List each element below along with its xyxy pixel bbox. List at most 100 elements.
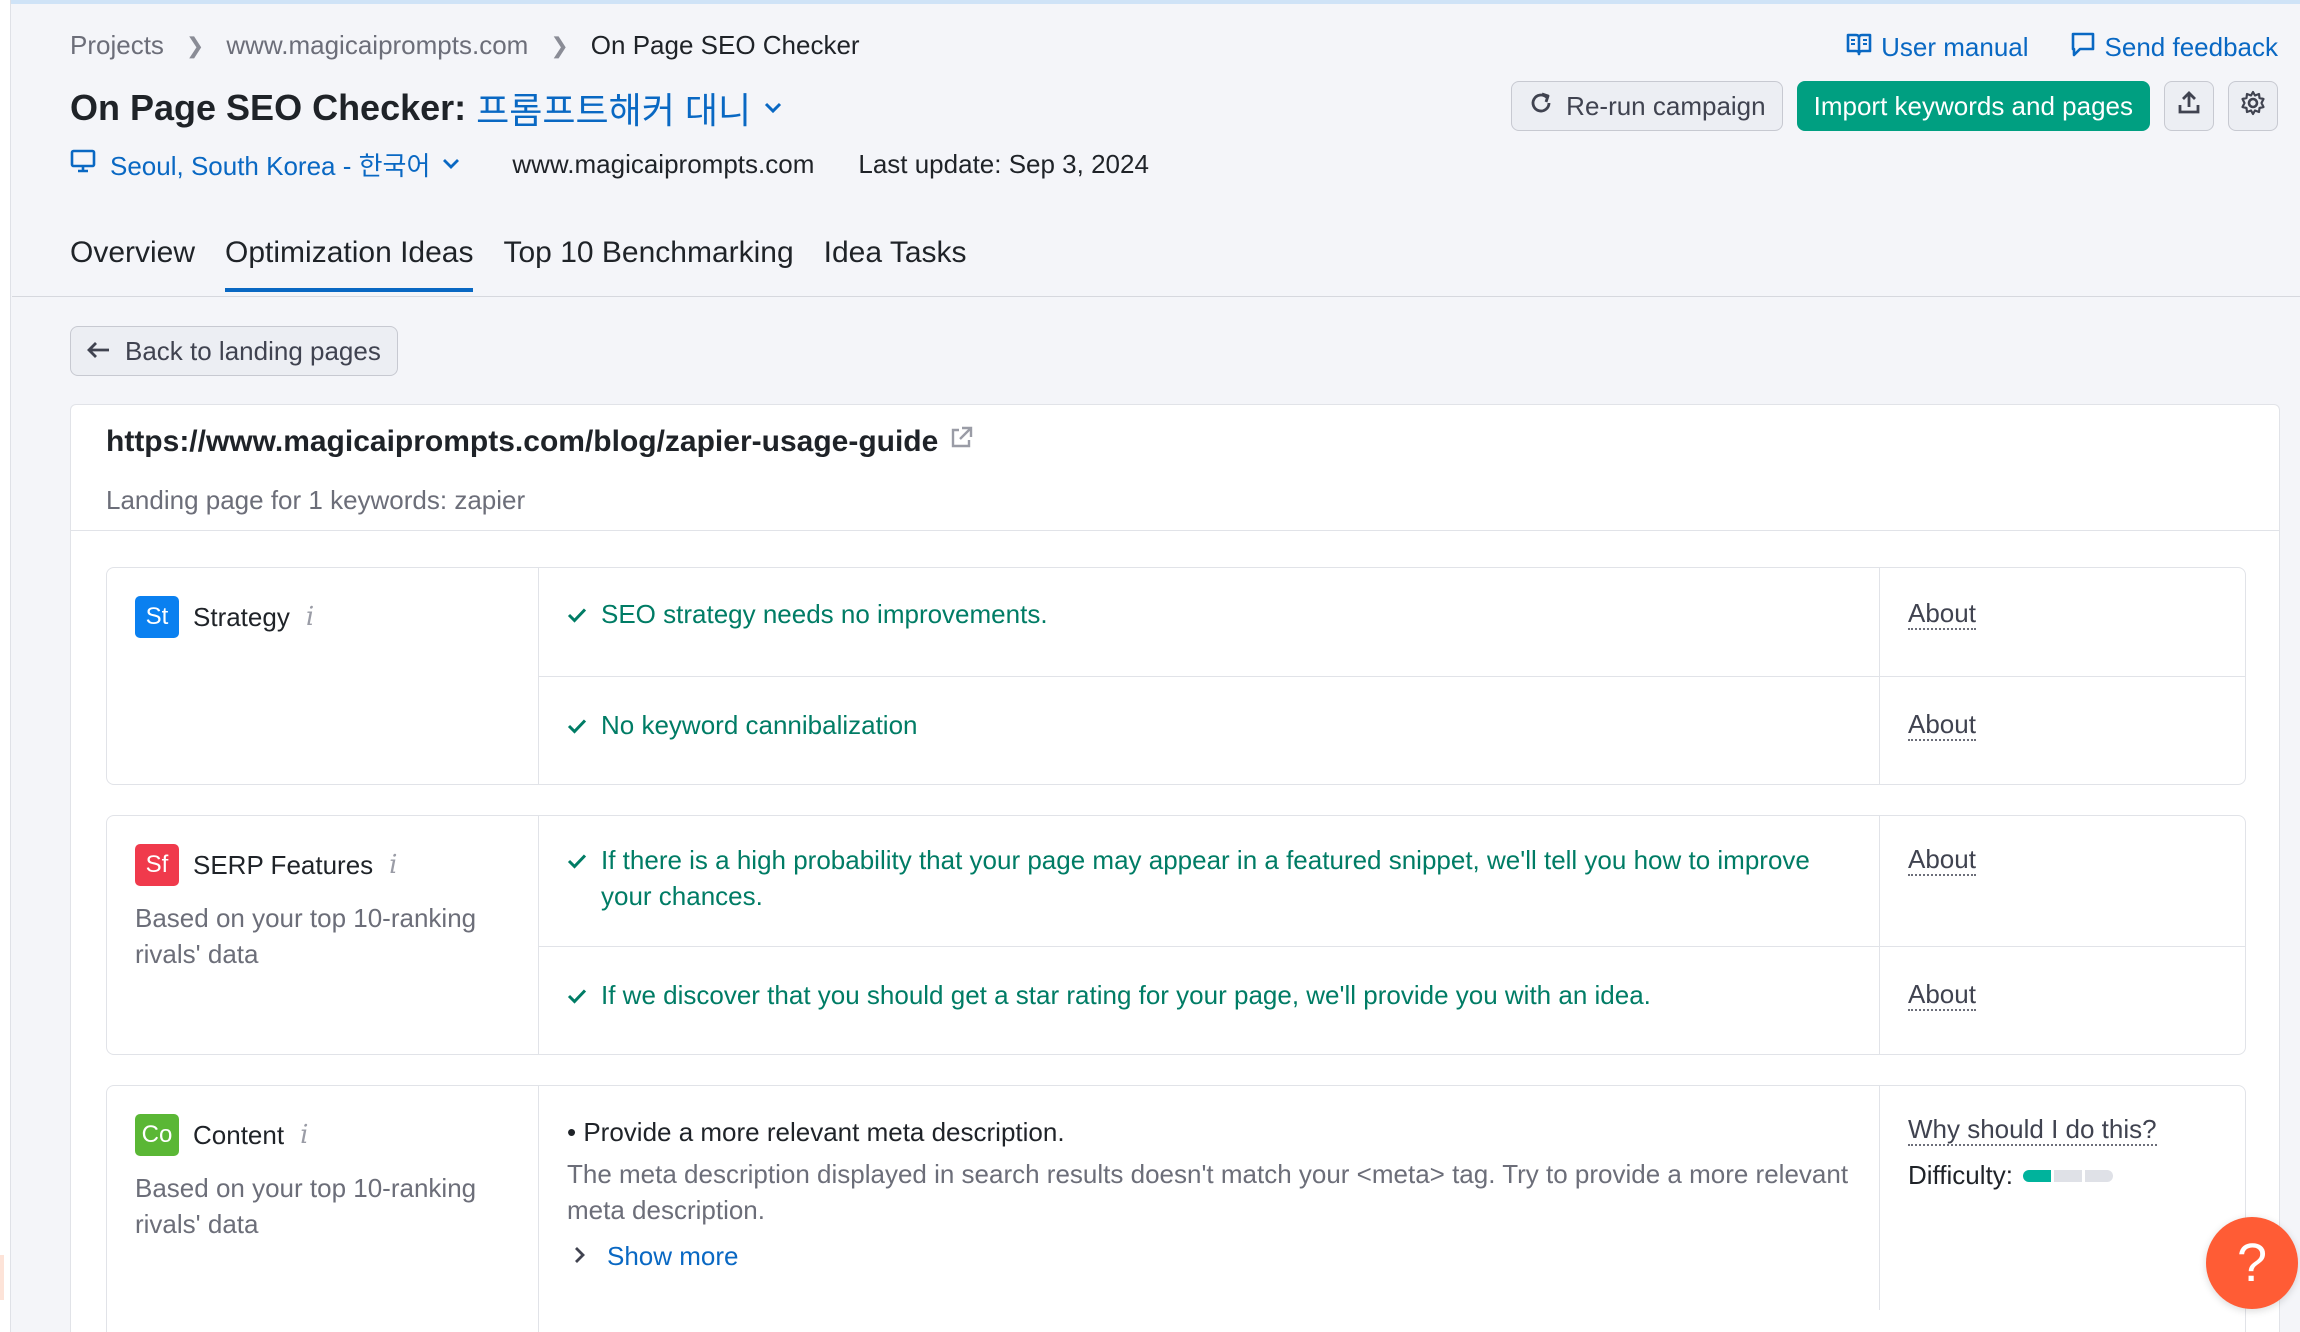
check-icon	[567, 977, 601, 1013]
breadcrumb-domain[interactable]: www.magicaiprompts.com	[226, 30, 528, 61]
show-more-label: Show more	[607, 1241, 739, 1271]
import-keywords-button[interactable]: Import keywords and pages	[1796, 81, 2150, 131]
tab-overview[interactable]: Overview	[70, 236, 195, 292]
external-link-icon[interactable]	[938, 425, 974, 459]
content-description: Based on your top 10-ranking rivals' dat…	[135, 1173, 477, 1239]
gear-icon	[2239, 89, 2267, 124]
export-button[interactable]	[2164, 81, 2214, 131]
strategy-ok-item: SEO strategy needs no improvements.	[567, 596, 1867, 632]
breadcrumb-projects[interactable]: Projects	[70, 30, 164, 61]
check-icon	[567, 596, 601, 632]
chevron-right-icon	[567, 1238, 607, 1274]
difficulty-segment	[2085, 1169, 2113, 1182]
tab-idea-tasks[interactable]: Idea Tasks	[824, 236, 967, 292]
chevron-down-icon[interactable]	[763, 94, 783, 122]
serp-row-side: About	[1879, 816, 2245, 946]
location-selector[interactable]: Seoul, South Korea - 한국어	[70, 146, 460, 183]
idea-title: • Provide a more relevant meta descripti…	[567, 1117, 1065, 1147]
serp-ok-text: If we discover that you should get a sta…	[601, 980, 1651, 1010]
user-manual-label: User manual	[1881, 32, 2029, 62]
about-link[interactable]: About	[1908, 844, 1976, 876]
project-selector[interactable]: 프롬프트해커 대니	[476, 82, 751, 134]
check-icon	[567, 842, 601, 878]
info-icon[interactable]: i	[306, 602, 314, 632]
content-idea-side: Why should I do this? Difficulty:	[1879, 1086, 2245, 1310]
refresh-icon	[1528, 90, 1566, 123]
content-title-text: Content	[193, 1119, 285, 1150]
desktop-icon	[70, 148, 110, 181]
about-link[interactable]: About	[1908, 598, 1976, 630]
content-idea-row: • Provide a more relevant meta descripti…	[539, 1086, 2245, 1310]
chevron-down-icon	[442, 153, 460, 176]
serp-features-section: Sf SERP Features i Based on your top 10-…	[106, 815, 2246, 1055]
landing-page-card: https://www.magicaiprompts.com/blog/zapi…	[70, 404, 2280, 1332]
book-icon	[1845, 30, 1881, 65]
about-link[interactable]: About	[1908, 979, 1976, 1011]
landing-page-url[interactable]: https://www.magicaiprompts.com/blog/zapi…	[106, 425, 2244, 459]
serp-ok-item: If there is a high probability that your…	[567, 842, 1867, 914]
landing-page-header: https://www.magicaiprompts.com/blog/zapi…	[71, 405, 2279, 531]
settings-button[interactable]	[2228, 81, 2278, 131]
difficulty-segment	[2054, 1169, 2082, 1182]
strategy-ok-text: SEO strategy needs no improvements.	[601, 599, 1048, 629]
user-manual-link[interactable]: User manual	[1845, 30, 2029, 65]
strategy-row-side: About	[1879, 677, 2245, 785]
difficulty-indicator: Difficulty:	[1908, 1160, 2245, 1191]
last-update: Last update: Sep 3, 2024	[858, 149, 1149, 179]
strategy-row-text: SEO strategy needs no improvements.	[567, 596, 1867, 632]
serp-badge: Sf	[135, 844, 179, 886]
serp-label-cell: Sf SERP Features i Based on your top 10-…	[107, 816, 539, 1054]
rerun-label: Re-run campaign	[1566, 90, 1766, 121]
serp-row-text: If we discover that you should get a sta…	[567, 977, 1867, 1013]
back-to-landing-pages-button[interactable]: Back to landing pages	[70, 326, 398, 376]
header-actions: Re-run campaign Import keywords and page…	[1511, 81, 2278, 131]
page-title-text: On Page SEO Checker:	[70, 87, 467, 128]
chevron-right-icon: ❯	[550, 32, 569, 58]
campaign-domain: www.magicaiprompts.com	[512, 149, 815, 179]
location-label: Seoul, South Korea - 한국어	[110, 151, 431, 181]
campaign-info: Seoul, South Korea - 한국어 www.magicaiprom…	[70, 146, 1149, 183]
why-should-i-do-this-link[interactable]: Why should I do this?	[1908, 1114, 2157, 1146]
landing-page-keywords: Landing page for 1 keywords: zapier	[106, 485, 526, 515]
breadcrumb-current: On Page SEO Checker	[590, 30, 860, 60]
serp-row: If we discover that you should get a sta…	[539, 947, 2245, 1055]
tabs-divider	[12, 296, 2300, 297]
tab-optimization-ideas[interactable]: Optimization Ideas	[225, 236, 474, 292]
send-feedback-link[interactable]: Send feedback	[2069, 30, 2278, 65]
top-links: User manual Send feedback	[1805, 30, 2278, 65]
about-link[interactable]: About	[1908, 709, 1976, 741]
rerun-campaign-button[interactable]: Re-run campaign	[1511, 81, 1783, 131]
idea-description: The meta description displayed in search…	[567, 1159, 1849, 1225]
info-icon[interactable]: i	[300, 1120, 308, 1150]
back-label: Back to landing pages	[125, 335, 381, 366]
strategy-row-side: About	[1879, 568, 2245, 676]
serp-row-side: About	[1879, 947, 2245, 1055]
content-idea: • Provide a more relevant meta descripti…	[567, 1114, 1867, 1274]
tab-top-10-benchmarking[interactable]: Top 10 Benchmarking	[503, 236, 793, 292]
help-button[interactable]: ?	[2206, 1217, 2298, 1309]
page-title: On Page SEO Checker: 프롬프트해커 대니	[70, 82, 783, 134]
chat-bubble-icon	[2069, 30, 2105, 65]
serp-title-text: SERP Features	[193, 849, 374, 880]
difficulty-label: Difficulty:	[1908, 1160, 2013, 1190]
info-icon[interactable]: i	[389, 850, 397, 880]
landing-page-url-text: https://www.magicaiprompts.com/blog/zapi…	[106, 425, 939, 458]
strategy-ok-item: No keyword cannibalization	[567, 707, 1867, 743]
strategy-row: No keyword cannibalization About	[539, 677, 2245, 785]
serp-title: Sf SERP Features i	[135, 844, 510, 886]
upload-icon	[2176, 90, 2202, 123]
breadcrumb: Projects ❯ www.magicaiprompts.com ❯ On P…	[70, 30, 860, 61]
difficulty-segment	[2023, 1169, 2051, 1182]
left-sidebar-edge	[0, 0, 11, 1332]
chevron-right-icon: ❯	[185, 32, 205, 58]
strategy-title-text: Strategy	[193, 601, 290, 632]
main-tabs: Overview Optimization Ideas Top 10 Bench…	[70, 236, 997, 292]
show-more-link[interactable]: Show more	[567, 1238, 1867, 1274]
strategy-row: SEO strategy needs no improvements. Abou…	[539, 568, 2245, 677]
serp-ok-text: If there is a high probability that your…	[601, 845, 1810, 911]
sidebar-marker	[0, 1255, 4, 1300]
content-section: Co Content i Based on your top 10-rankin…	[106, 1085, 2246, 1332]
content-label-cell: Co Content i Based on your top 10-rankin…	[107, 1086, 539, 1332]
difficulty-bar	[2023, 1169, 2116, 1182]
send-feedback-label: Send feedback	[2104, 32, 2278, 62]
